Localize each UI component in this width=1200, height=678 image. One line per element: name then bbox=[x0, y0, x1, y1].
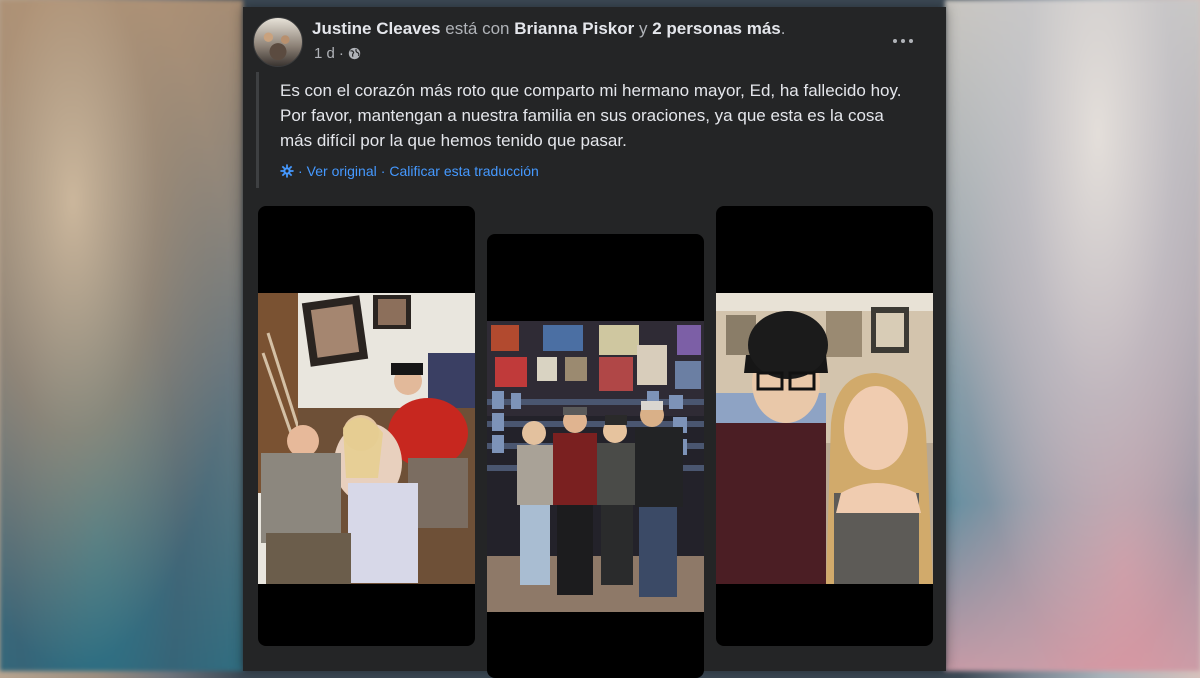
rate-translation-link[interactable]: Calificar esta traducción bbox=[389, 163, 538, 179]
translate-separator: · bbox=[380, 163, 386, 179]
photo-2-scene bbox=[487, 321, 704, 612]
gear-icon[interactable] bbox=[280, 164, 294, 178]
photo-image bbox=[487, 321, 704, 612]
others-link[interactable]: 2 personas más bbox=[652, 19, 781, 38]
more-options-icon[interactable] bbox=[891, 33, 915, 49]
and-text: y bbox=[638, 19, 648, 38]
meta-dot: · bbox=[338, 45, 344, 62]
author-name[interactable]: Justine Cleaves bbox=[312, 19, 441, 38]
background-blur-right bbox=[945, 0, 1200, 671]
photo-1-scene bbox=[258, 293, 475, 584]
photo-3-scene bbox=[716, 293, 933, 584]
post-photo-1[interactable] bbox=[258, 206, 475, 646]
globe-icon[interactable] bbox=[348, 47, 361, 60]
post-attribution: Justine Cleaves está con Brianna Piskor … bbox=[312, 19, 785, 39]
facebook-post: Justine Cleaves está con Brianna Piskor … bbox=[243, 7, 946, 678]
post-message: Es con el corazón más roto que comparto … bbox=[280, 81, 902, 150]
background-blur-left bbox=[0, 0, 243, 671]
see-original-link[interactable]: Ver original bbox=[307, 163, 377, 179]
author-avatar[interactable] bbox=[253, 17, 303, 67]
photo-image bbox=[716, 293, 933, 584]
post-header: Justine Cleaves está con Brianna Piskor … bbox=[253, 17, 933, 73]
post-photo-3[interactable] bbox=[716, 206, 933, 646]
translation-bar: · Ver original · Calificar esta traducci… bbox=[280, 163, 539, 179]
translate-separator: · bbox=[298, 163, 303, 179]
post-time[interactable]: 1 d bbox=[314, 45, 335, 62]
photo-image bbox=[258, 293, 475, 584]
period: . bbox=[780, 19, 786, 38]
tagged-person[interactable]: Brianna Piskor bbox=[514, 19, 634, 38]
with-text: está con bbox=[445, 19, 510, 38]
translated-text-block: Es con el corazón más roto que comparto … bbox=[256, 72, 919, 188]
post-photo-2[interactable] bbox=[487, 234, 704, 678]
post-meta: 1 d · bbox=[314, 45, 361, 62]
